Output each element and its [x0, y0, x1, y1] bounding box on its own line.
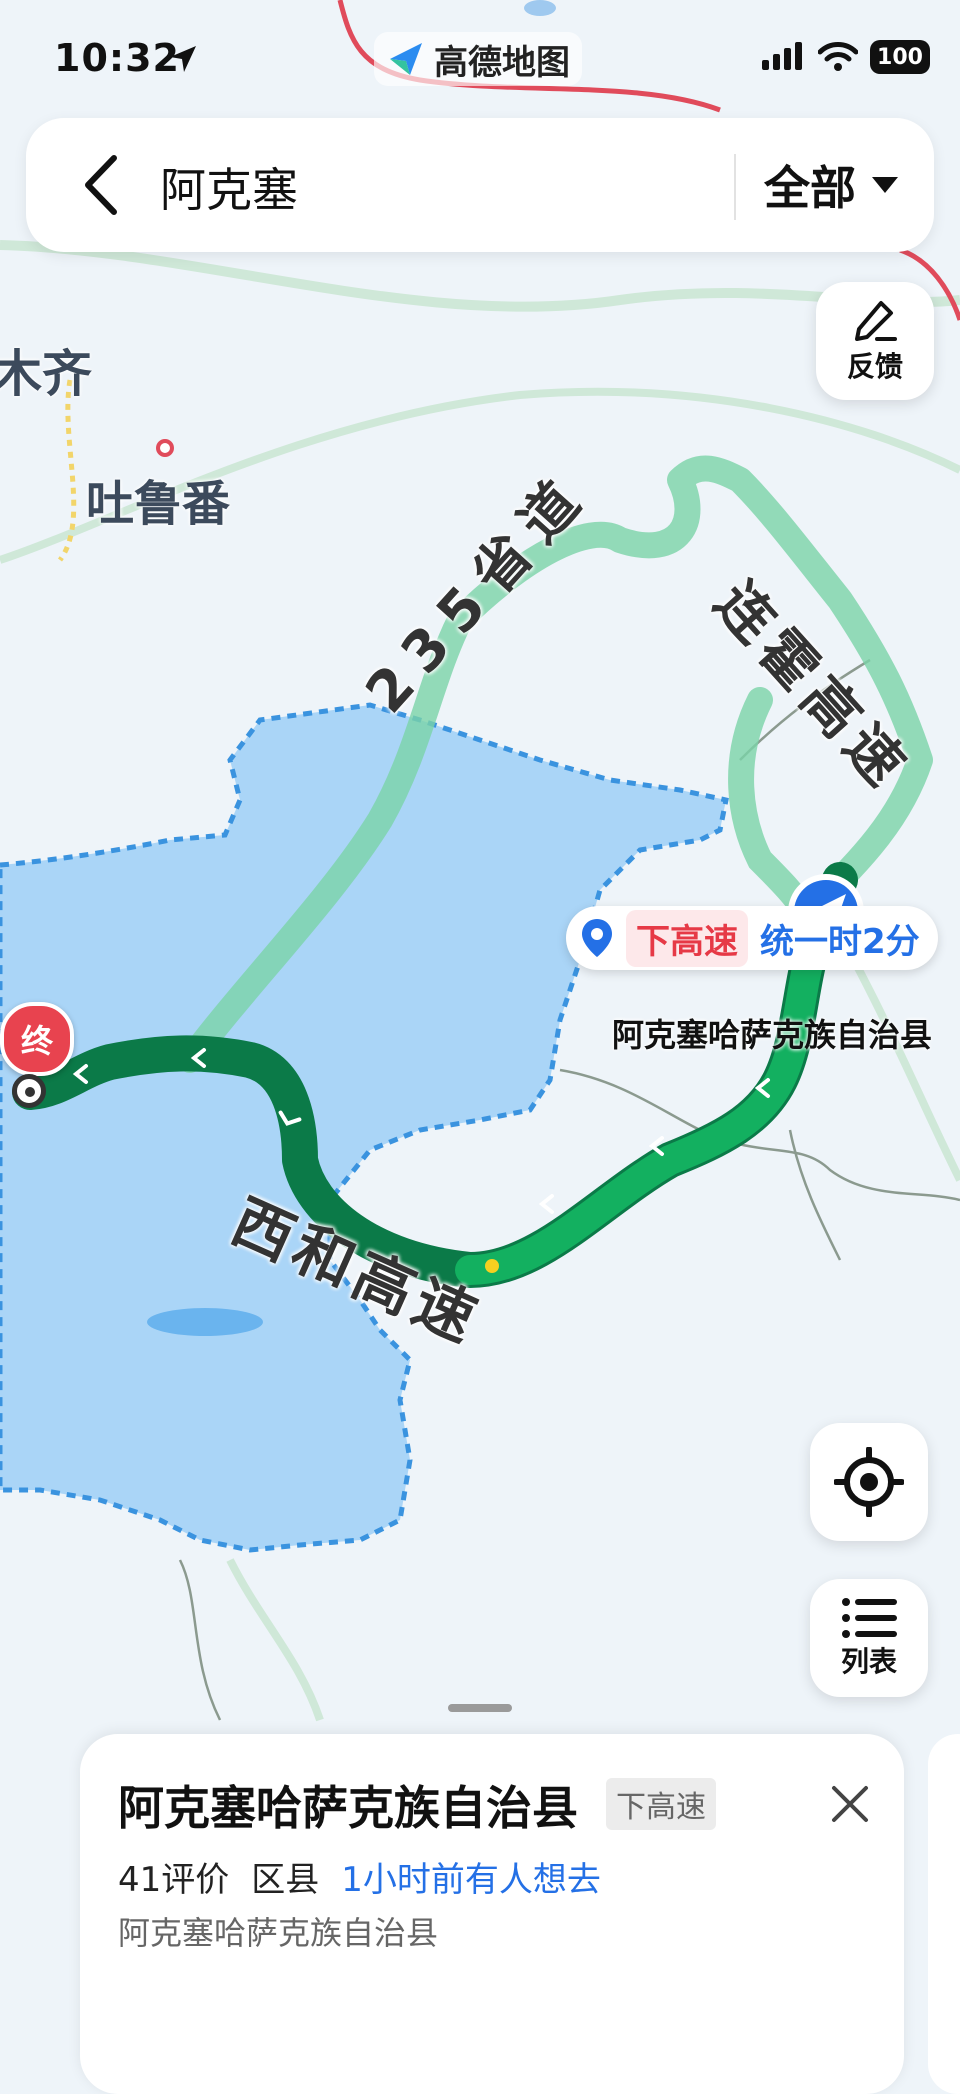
place-reviews[interactable]: 41评价 — [118, 1852, 229, 1901]
place-card[interactable]: 阿克塞哈萨克族自治县 下高速 41评价 区县 1小时前有人想去 阿克塞哈萨克族自… — [80, 1734, 904, 2094]
locate-me-button[interactable] — [810, 1423, 928, 1541]
place-label[interactable]: 阿克塞哈萨克族自治县 — [612, 1010, 932, 1056]
system-icons: 100 — [762, 40, 930, 74]
place-category: 区县 — [251, 1860, 320, 1900]
locate-crosshair-icon — [834, 1447, 904, 1517]
feedback-button[interactable]: 反馈 — [816, 282, 934, 400]
search-query[interactable]: 阿克塞 — [160, 154, 298, 220]
close-icon[interactable] — [820, 1774, 880, 1834]
route-tip-info: 统一时2分 — [760, 921, 920, 962]
list-label: 列表 — [840, 1645, 897, 1678]
place-hot-hint: 1小时前有人想去 — [341, 1860, 601, 1900]
edit-pencil-icon — [855, 301, 897, 341]
wifi-icon — [818, 42, 858, 71]
status-bar: 10:32 高德地图 100 — [0, 0, 960, 110]
filter-dropdown[interactable]: 全部 — [764, 152, 900, 218]
filter-label: 全部 — [764, 161, 856, 215]
battery-indicator: 100 — [870, 40, 930, 74]
amap-logo-icon — [390, 43, 422, 75]
location-arrow-icon — [170, 46, 196, 72]
end-point-dot — [12, 1074, 46, 1108]
app-brand-name: 高德地图 — [434, 42, 570, 83]
cellular-signal-icon — [762, 42, 802, 70]
list-button[interactable]: 列表 — [810, 1579, 928, 1697]
place-tag: 下高速 — [606, 1778, 716, 1830]
place-title: 阿克塞哈萨克族自治县 — [118, 1781, 578, 1835]
route-tip-pill[interactable]: 下高速 统一时2分 — [566, 906, 938, 970]
city-label-partial: 木齐 — [0, 345, 92, 403]
city-label-turpan[interactable]: 吐鲁番 — [86, 464, 230, 534]
next-card-peek[interactable] — [928, 1734, 960, 2094]
list-icon — [842, 1598, 897, 1638]
search-bar: 阿克塞 全部 — [26, 118, 934, 252]
location-pin-icon — [582, 919, 612, 957]
app-brand-badge[interactable]: 高德地图 — [374, 32, 582, 86]
sheet-drag-handle[interactable] — [448, 1704, 512, 1712]
search-divider — [734, 154, 736, 220]
back-chevron-icon[interactable] — [74, 152, 134, 218]
caret-down-icon — [872, 177, 898, 193]
route-tip-tag: 下高速 — [626, 909, 748, 967]
place-meta: 41评价 区县 1小时前有人想去 — [118, 1852, 601, 1901]
feedback-label: 反馈 — [846, 350, 903, 383]
status-time: 10:32 — [54, 36, 180, 80]
place-address: 阿克塞哈萨克族自治县 — [118, 1914, 439, 1952]
end-marker[interactable]: 终 — [0, 1002, 74, 1076]
